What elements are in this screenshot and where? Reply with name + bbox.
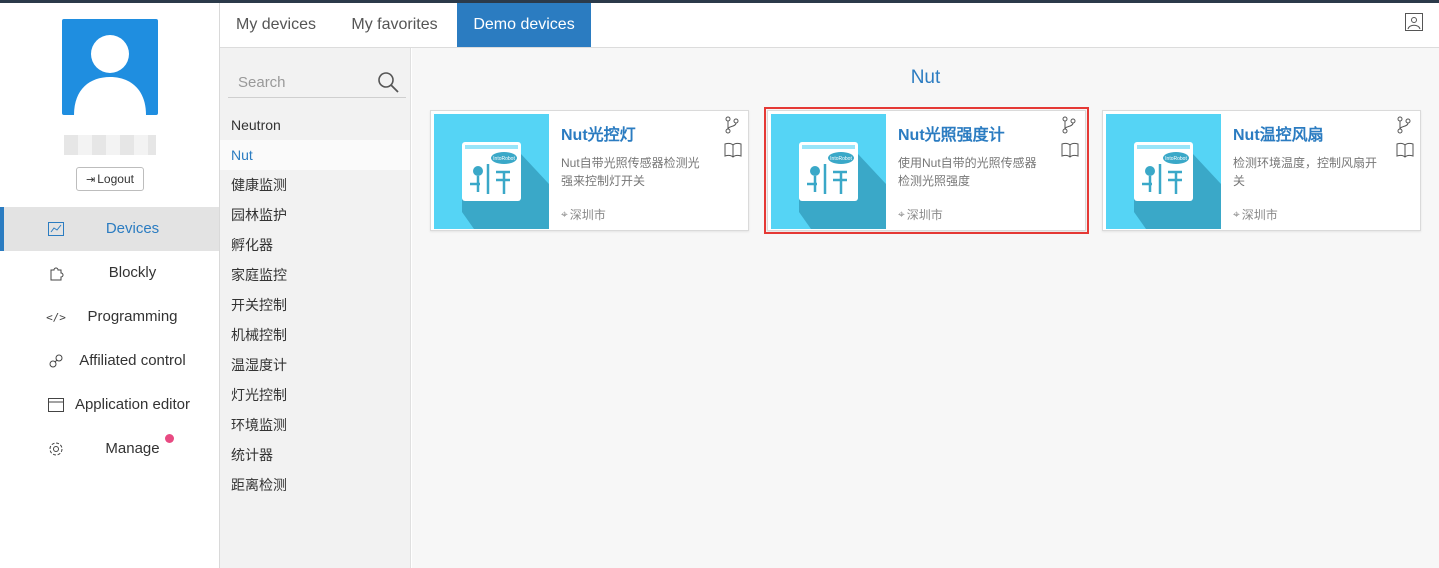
tab-my-devices[interactable]: My devices xyxy=(220,3,332,47)
nav-item-label: Affiliated control xyxy=(79,352,186,369)
location-label: 深圳市 xyxy=(906,208,943,222)
fork-icon[interactable] xyxy=(1396,116,1412,134)
nav-item-manage[interactable]: Manage xyxy=(0,427,219,471)
category-item[interactable]: Nut xyxy=(220,140,410,170)
location-label: 深圳市 xyxy=(569,208,606,222)
category-item[interactable]: 园林监护 xyxy=(220,200,410,230)
category-item[interactable]: Neutron xyxy=(220,110,410,140)
device-location: ⌖ 深圳市 xyxy=(1233,206,1278,223)
avatar[interactable] xyxy=(62,19,158,115)
category-item[interactable]: 家庭监控 xyxy=(220,260,410,290)
nav-item-label: Blockly xyxy=(108,264,157,281)
location-pin-icon: ⌖ xyxy=(561,207,568,221)
device-thumbnail: IntoRobot xyxy=(434,114,549,229)
logout-button[interactable]: ⇥ Logout xyxy=(76,167,144,191)
category-item[interactable]: 距离检测 xyxy=(220,470,410,500)
device-title[interactable]: Nut温控风扇 xyxy=(1233,121,1324,145)
tab-my-favorites[interactable]: My favorites xyxy=(336,3,453,47)
chart-icon xyxy=(46,219,66,239)
nut-board-icon: IntoRobot xyxy=(771,114,886,229)
device-title[interactable]: Nut光照强度计 xyxy=(898,121,1005,145)
search-input[interactable] xyxy=(238,72,368,92)
category-item[interactable]: 机械控制 xyxy=(220,320,410,350)
category-item[interactable]: 温湿度计 xyxy=(220,350,410,380)
fork-icon[interactable] xyxy=(724,116,740,134)
device-card[interactable]: IntoRobot Nut光照强度计 使用Nut自带的光照传感器检测光照强度 ⌖… xyxy=(764,107,1089,234)
device-description: 检测环境温度，控制风扇开关 xyxy=(1233,156,1378,188)
device-title[interactable]: Nut光控灯 xyxy=(561,121,636,145)
location-pin-icon: ⌖ xyxy=(1233,207,1240,221)
nav-item-programming[interactable]: </> Programming xyxy=(0,295,219,339)
image-icon[interactable] xyxy=(1405,13,1423,31)
link-icon xyxy=(46,351,66,371)
tab-demo-devices[interactable]: Demo devices xyxy=(457,3,591,47)
category-item[interactable]: 孵化器 xyxy=(220,230,410,260)
logout-label: Logout xyxy=(97,172,134,186)
location-label: 深圳市 xyxy=(1241,208,1278,222)
nav-item-label: Programming xyxy=(87,308,178,325)
nav-item-blockly[interactable]: Blockly xyxy=(0,251,219,295)
user-silhouette-icon xyxy=(74,35,146,115)
device-location: ⌖ 深圳市 xyxy=(898,206,943,223)
nav-item-application-editor[interactable]: Application editor xyxy=(0,383,219,427)
fork-icon[interactable] xyxy=(1061,116,1077,134)
category-panel: Neutron Nut 健康监测 园林监护 孵化器 家庭监控 开关控制 机械控制… xyxy=(220,48,411,568)
category-item[interactable]: 灯光控制 xyxy=(220,380,410,410)
nav-item-label: Application editor xyxy=(74,396,191,413)
nav-item-label: Manage xyxy=(105,440,160,457)
board-logo-text: IntoRobot xyxy=(1165,156,1187,162)
category-item[interactable]: 统计器 xyxy=(220,440,410,470)
username-blurred xyxy=(64,135,156,155)
location-pin-icon: ⌖ xyxy=(898,207,905,221)
gear-icon xyxy=(46,439,66,459)
nav-menu: Devices Blockly </> Programming Affiliat… xyxy=(0,207,219,471)
code-icon: </> xyxy=(46,310,66,324)
category-item[interactable]: 健康监测 xyxy=(220,170,410,200)
book-icon[interactable] xyxy=(1396,142,1414,158)
puzzle-icon xyxy=(46,263,66,283)
book-icon[interactable] xyxy=(1061,142,1079,158)
category-item[interactable]: 开关控制 xyxy=(220,290,410,320)
category-list: Neutron Nut 健康监测 园林监护 孵化器 家庭监控 开关控制 机械控制… xyxy=(220,110,410,500)
search-box xyxy=(228,66,406,98)
nut-board-icon: IntoRobot xyxy=(1106,114,1221,229)
main-content: Nut IntoRobot Nut光控灯 Nut自带光照传感器检测光强来控制灯开… xyxy=(412,48,1439,568)
book-icon[interactable] xyxy=(724,142,742,158)
section-title: Nut xyxy=(910,67,941,88)
device-thumbnail: IntoRobot xyxy=(771,114,886,229)
device-location: ⌖ 深圳市 xyxy=(561,206,606,223)
device-card[interactable]: IntoRobot Nut温控风扇 检测环境温度，控制风扇开关 ⌖ 深圳市 xyxy=(1102,110,1421,231)
search-icon[interactable] xyxy=(376,70,400,94)
tab-bar: My devices My favorites Demo devices xyxy=(220,3,1439,48)
device-thumbnail: IntoRobot xyxy=(1106,114,1221,229)
nav-item-devices[interactable]: Devices xyxy=(0,207,219,251)
category-item[interactable]: 环境监测 xyxy=(220,410,410,440)
board-logo-text: IntoRobot xyxy=(830,156,852,162)
notification-dot xyxy=(165,434,174,443)
device-description: 使用Nut自带的光照传感器检测光照强度 xyxy=(898,156,1037,188)
left-sidebar: ⇥ Logout Devices Blockly </> Programming… xyxy=(0,3,220,568)
nav-item-affiliated-control[interactable]: Affiliated control xyxy=(0,339,219,383)
window-icon xyxy=(46,395,66,415)
device-card[interactable]: IntoRobot Nut光控灯 Nut自带光照传感器检测光强来控制灯开关 ⌖ … xyxy=(430,110,749,231)
device-description: Nut自带光照传感器检测光强来控制灯开关 xyxy=(561,156,700,188)
logout-icon: ⇥ xyxy=(86,173,96,186)
nav-item-label: Devices xyxy=(105,220,160,237)
board-logo-text: IntoRobot xyxy=(493,156,515,162)
nut-board-icon: IntoRobot xyxy=(434,114,549,229)
